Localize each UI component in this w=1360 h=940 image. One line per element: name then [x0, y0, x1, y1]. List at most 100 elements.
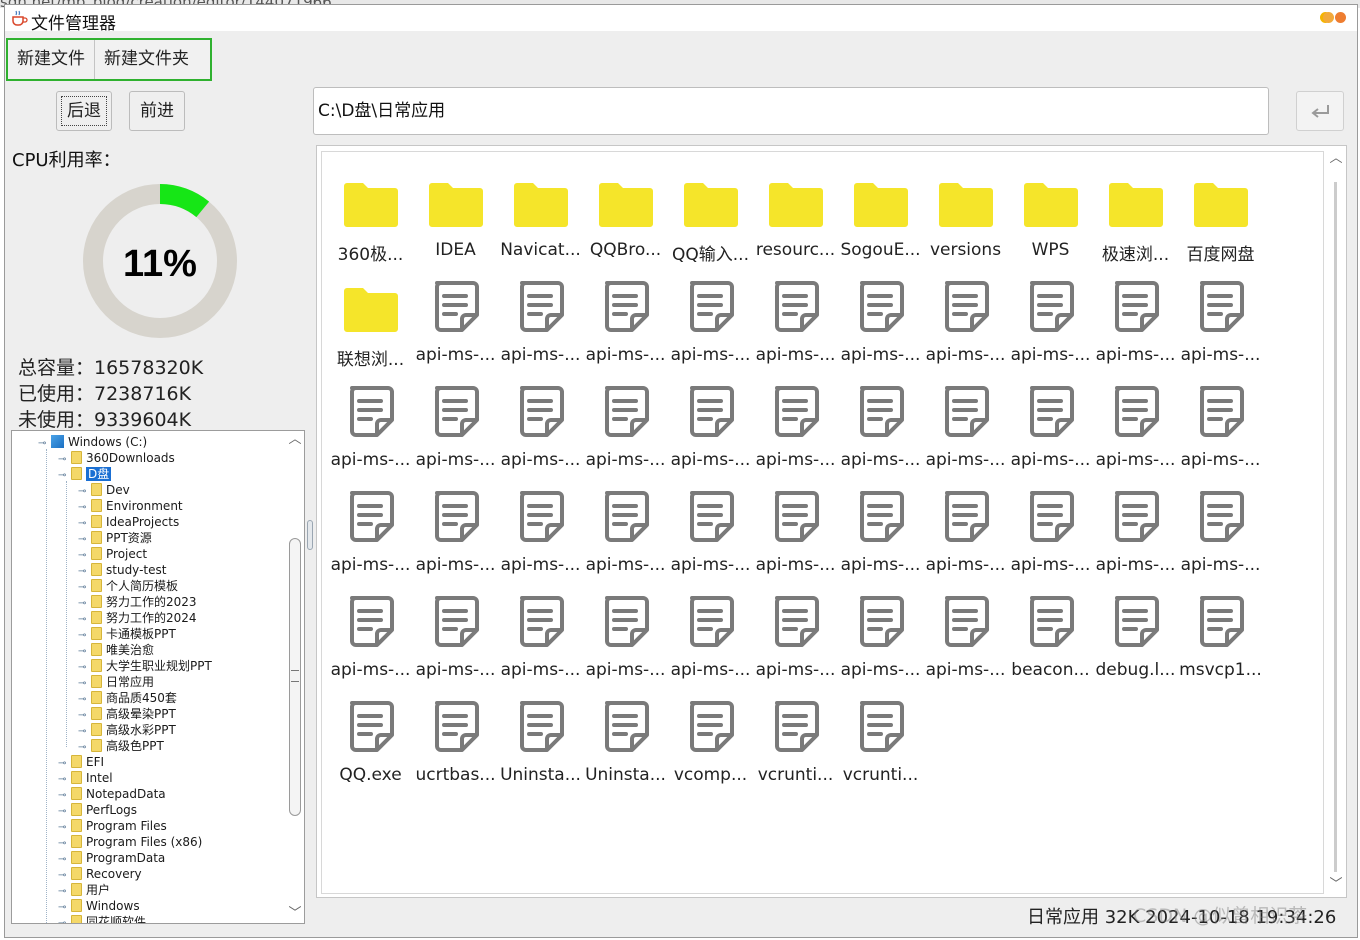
- file-tile[interactable]: vcomp...: [668, 691, 753, 796]
- file-tile[interactable]: api-ms-...: [583, 481, 668, 586]
- tree-scrollbar[interactable]: ︿ ﹀: [288, 433, 302, 921]
- file-tile[interactable]: api-ms-...: [838, 481, 923, 586]
- file-tile[interactable]: api-ms-...: [668, 376, 753, 481]
- file-tile[interactable]: vcrunti...: [753, 691, 838, 796]
- folder-tile[interactable]: versions: [923, 166, 1008, 271]
- file-tile[interactable]: api-ms-...: [753, 586, 838, 691]
- folder-tile[interactable]: SogouE...: [838, 166, 923, 271]
- folder-tile[interactable]: Navicat...: [498, 166, 583, 271]
- file-tile[interactable]: api-ms-...: [498, 586, 583, 691]
- file-tile[interactable]: api-ms-...: [583, 271, 668, 376]
- file-tile[interactable]: api-ms-...: [413, 586, 498, 691]
- new-folder-menu[interactable]: 新建文件夹: [95, 40, 198, 79]
- file-grid-scrollbar[interactable]: ︿ ﹀: [1328, 152, 1344, 893]
- folder-tile[interactable]: WPS: [1008, 166, 1093, 271]
- tree-item[interactable]: ⊸ 高级晕染PPT: [78, 706, 176, 722]
- tree-item[interactable]: ⊸ Windows: [58, 898, 140, 914]
- tree-scroll-up-icon[interactable]: ︿: [288, 433, 302, 447]
- tree-item[interactable]: ⊸ 商品质450套: [78, 690, 177, 706]
- tree-root[interactable]: ⊸ Windows (C:): [38, 434, 147, 450]
- file-tile[interactable]: Uninsta...: [498, 691, 583, 796]
- folder-tile[interactable]: 极速浏...: [1093, 166, 1178, 271]
- folder-tile[interactable]: QQBro...: [583, 166, 668, 271]
- file-tile[interactable]: api-ms-...: [923, 271, 1008, 376]
- tree-item[interactable]: ⊸ NotepadData: [58, 786, 166, 802]
- file-tile[interactable]: api-ms-...: [413, 481, 498, 586]
- folder-tree[interactable]: ⊸ Windows (C:) ⊸ 360Downloads ⊸ D盘 ⊸ Dev ⊸ Envir…: [11, 430, 305, 924]
- tree-item[interactable]: ⊸ study-test: [78, 562, 166, 578]
- file-tile[interactable]: api-ms-...: [583, 376, 668, 481]
- restore-icon[interactable]: [1323, 12, 1334, 23]
- split-pane-handle[interactable]: [307, 520, 313, 550]
- tree-item[interactable]: ⊸ 同花顺软件: [58, 914, 146, 923]
- grid-scroll-up-icon[interactable]: ︿: [1329, 152, 1343, 166]
- tree-item[interactable]: ⊸ IdeaProjects: [78, 514, 179, 530]
- file-tile[interactable]: msvcp1...: [1178, 586, 1263, 691]
- file-tile[interactable]: vcrunti...: [838, 691, 923, 796]
- tree-item[interactable]: ⊸ 大学生职业规划PPT: [78, 658, 212, 674]
- file-tile[interactable]: api-ms-...: [1178, 376, 1263, 481]
- tree-item[interactable]: ⊸ 高级水彩PPT: [78, 722, 176, 738]
- back-button[interactable]: 后退: [56, 91, 112, 131]
- folder-tile[interactable]: 联想浏...: [328, 271, 413, 376]
- folder-tile[interactable]: 百度网盘: [1178, 166, 1263, 271]
- file-tile[interactable]: api-ms-...: [753, 376, 838, 481]
- tree-item[interactable]: ⊸ 卡通模板PPT: [78, 626, 176, 642]
- folder-tile[interactable]: QQ输入...: [668, 166, 753, 271]
- tree-item[interactable]: ⊸ 个人简历模板: [78, 578, 178, 594]
- file-tile[interactable]: api-ms-...: [498, 271, 583, 376]
- file-tile[interactable]: api-ms-...: [1008, 271, 1093, 376]
- file-tile[interactable]: api-ms-...: [838, 376, 923, 481]
- file-tile[interactable]: api-ms-...: [923, 376, 1008, 481]
- tree-item[interactable]: ⊸ 努力工作的2023: [78, 594, 197, 610]
- folder-tile[interactable]: resourc...: [753, 166, 838, 271]
- file-tile[interactable]: api-ms-...: [668, 586, 753, 691]
- tree-item[interactable]: ⊸ EFI: [58, 754, 104, 770]
- tree-item[interactable]: ⊸ Environment: [78, 498, 183, 514]
- file-tile[interactable]: api-ms-...: [583, 586, 668, 691]
- tree-item[interactable]: ⊸ 唯美治愈: [78, 642, 154, 658]
- file-tile[interactable]: api-ms-...: [838, 271, 923, 376]
- file-tile[interactable]: api-ms-...: [1008, 376, 1093, 481]
- file-tile[interactable]: Uninsta...: [583, 691, 668, 796]
- path-input[interactable]: C:\D盘\日常应用: [313, 87, 1269, 135]
- folder-tile[interactable]: 360极...: [328, 166, 413, 271]
- tree-expand-icon[interactable]: ⊸: [58, 468, 68, 484]
- tree-item[interactable]: ⊸ 360Downloads: [58, 450, 175, 466]
- tree-item[interactable]: ⊸ 努力工作的2024: [78, 610, 197, 626]
- grid-scroll-track[interactable]: [1334, 182, 1337, 872]
- file-tile[interactable]: api-ms-...: [838, 586, 923, 691]
- tree-item[interactable]: ⊸ PerfLogs: [58, 802, 137, 818]
- file-tile[interactable]: api-ms-...: [328, 481, 413, 586]
- file-tile[interactable]: QQ.exe: [328, 691, 413, 796]
- tree-item[interactable]: ⊸ 日常应用: [78, 674, 154, 690]
- file-tile[interactable]: api-ms-...: [1093, 481, 1178, 586]
- file-tile[interactable]: api-ms-...: [1178, 481, 1263, 586]
- grid-scroll-down-icon[interactable]: ﹀: [1329, 878, 1343, 892]
- file-tile[interactable]: api-ms-...: [923, 481, 1008, 586]
- tree-item[interactable]: ⊸ 高级色PPT: [78, 738, 164, 754]
- tree-item[interactable]: ⊸ ProgramData: [58, 850, 165, 866]
- maximize-dot-icon[interactable]: [1335, 12, 1346, 23]
- tree-scroll-down-icon[interactable]: ﹀: [288, 907, 302, 921]
- go-button[interactable]: [1296, 91, 1344, 131]
- file-tile[interactable]: api-ms-...: [753, 481, 838, 586]
- file-tile[interactable]: beacon...: [1008, 586, 1093, 691]
- tree-expand-icon[interactable]: ⊸: [58, 916, 68, 923]
- file-tile[interactable]: api-ms-...: [1093, 271, 1178, 376]
- file-tile[interactable]: debug.l...: [1093, 586, 1178, 691]
- file-tile[interactable]: api-ms-...: [923, 586, 1008, 691]
- forward-button[interactable]: 前进: [129, 91, 185, 131]
- tree-item[interactable]: ⊸ Intel: [58, 770, 113, 786]
- new-file-menu[interactable]: 新建文件: [8, 40, 94, 79]
- tree-item[interactable]: ⊸ 用户: [58, 882, 110, 898]
- tree-item[interactable]: ⊸ Recovery: [58, 866, 142, 882]
- tree-collapse-icon[interactable]: ⊸: [38, 436, 48, 452]
- file-tile[interactable]: api-ms-...: [413, 271, 498, 376]
- file-tile[interactable]: api-ms-...: [668, 481, 753, 586]
- file-tile[interactable]: api-ms-...: [1178, 271, 1263, 376]
- tree-item[interactable]: ⊸ Program Files (x86): [58, 834, 202, 850]
- file-tile[interactable]: api-ms-...: [413, 376, 498, 481]
- file-tile[interactable]: api-ms-...: [753, 271, 838, 376]
- file-tile[interactable]: api-ms-...: [1093, 376, 1178, 481]
